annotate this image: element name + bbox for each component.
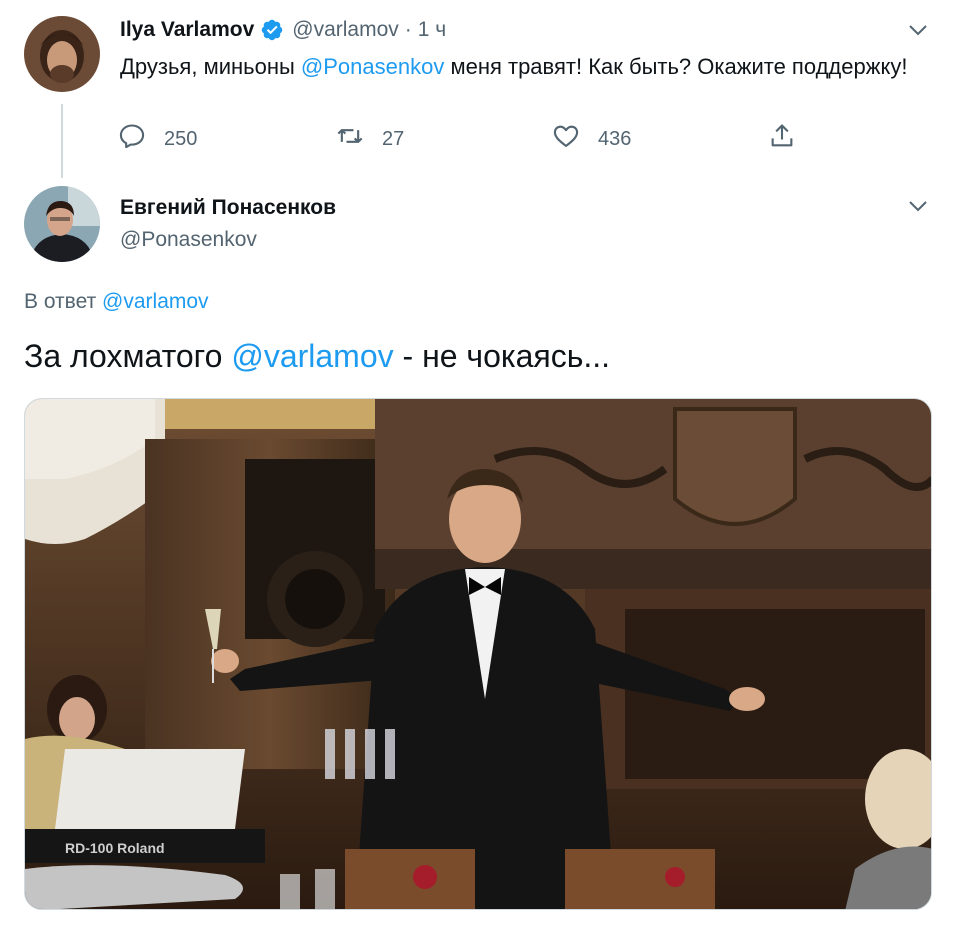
- author-handle[interactable]: @varlamov: [292, 18, 399, 42]
- mention-link[interactable]: @Ponasenkov: [301, 54, 444, 79]
- retweet-count: 27: [382, 127, 405, 150]
- like-button[interactable]: 436: [552, 124, 631, 154]
- mention-link[interactable]: @varlamov: [102, 290, 209, 313]
- author-handle[interactable]: @Ponasenkov: [120, 228, 257, 252]
- separator-dot: ·: [404, 18, 412, 41]
- thread-connector-line: [61, 104, 63, 178]
- tweet2-text: За лохматого @varlamov - не чокаясь...: [24, 338, 610, 375]
- reply-prefix: В ответ: [24, 290, 103, 313]
- share-button[interactable]: [768, 124, 814, 154]
- like-icon: [552, 122, 598, 156]
- avatar-varlamov[interactable]: [24, 16, 100, 92]
- tweet-text-part: меня травят! Как быть? Окажите поддержку…: [444, 54, 908, 79]
- chevron-down-icon[interactable]: [906, 194, 930, 218]
- retweet-button[interactable]: 27: [336, 124, 404, 154]
- reply-icon: [118, 122, 164, 156]
- verified-badge-icon: [260, 18, 284, 42]
- share-icon: [768, 122, 814, 156]
- reply-context: В ответ @varlamov: [24, 290, 209, 314]
- like-count: 436: [598, 127, 632, 150]
- reply-button[interactable]: 250: [118, 124, 197, 154]
- tweet-text-part: - не чокаясь...: [393, 338, 611, 374]
- tweet1-text: Друзья, миньоны @Ponasenkov меня травят!…: [120, 50, 910, 83]
- tweet-time[interactable]: 1 ч: [418, 18, 446, 42]
- retweet-icon: [336, 122, 382, 156]
- author-name[interactable]: Евгений Понасенков: [120, 196, 336, 220]
- tweet-text-part: Друзья, миньоны: [120, 54, 301, 79]
- tweet-photo[interactable]: RD-100 Roland: [24, 398, 932, 910]
- reply-count: 250: [164, 127, 198, 150]
- author-name[interactable]: Ilya Varlamov: [120, 18, 254, 42]
- tweet-text-part: За лохматого: [24, 338, 232, 374]
- avatar-ponasenkov[interactable]: [24, 186, 100, 262]
- keyboard-brand-label: RD-100 Roland: [65, 840, 165, 856]
- chevron-down-icon[interactable]: [906, 18, 930, 42]
- tweet1-header: Ilya Varlamov @varlamov · 1 ч: [120, 16, 446, 44]
- mention-link[interactable]: @varlamov: [231, 338, 393, 374]
